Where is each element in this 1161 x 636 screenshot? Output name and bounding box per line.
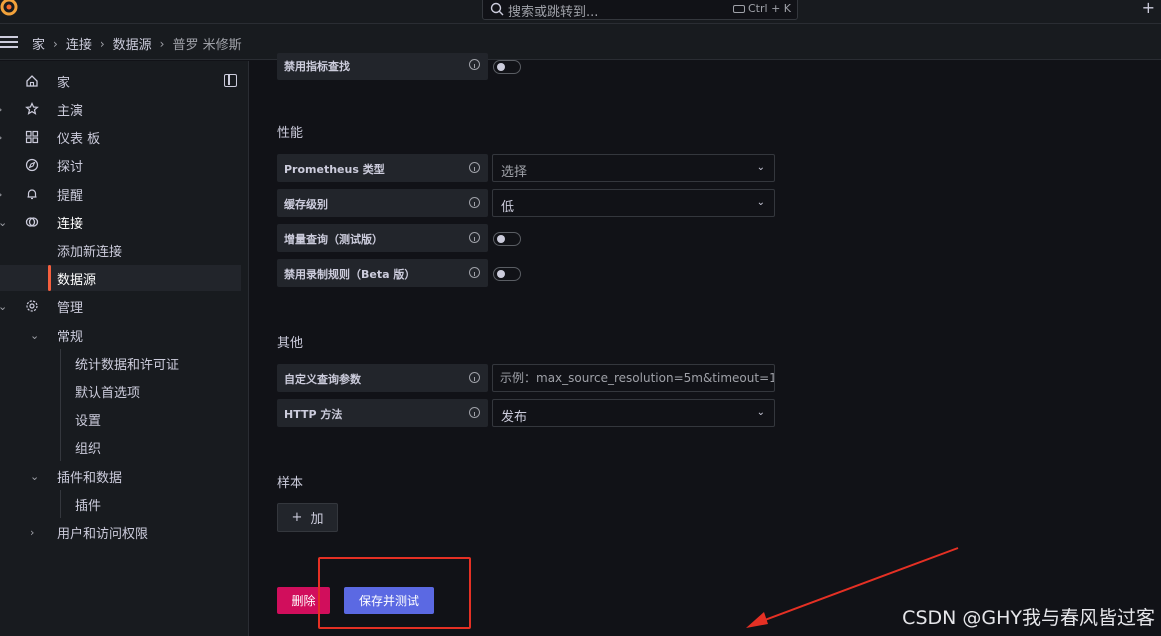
sidebar-item-starred[interactable]: › 主演 — [0, 96, 241, 122]
breadcrumb-bar: 家 › 连接 › 数据源 › 普罗 米修斯 — [0, 24, 1161, 60]
dashboard-grid-icon — [25, 130, 39, 144]
chevron-right-icon[interactable]: › — [30, 526, 34, 539]
sidebar: 家 › 主演 › 仪表 板 探讨 › 提醒 ⌄ 连接 添加新连接 数据源 ⌄ 管… — [0, 61, 249, 636]
gear-icon — [26, 300, 38, 312]
add-exemplar-button[interactable]: + 加 — [277, 503, 338, 532]
info-icon[interactable] — [469, 59, 480, 70]
search-shortcut: Ctrl + K — [733, 2, 791, 15]
menu-icon[interactable] — [0, 36, 18, 48]
keyboard-icon — [733, 4, 745, 13]
main-content: 禁用指标查找 性能 Prometheus 类型 选择 ⌄ 缓存级别 低 ⌄ 增量… — [250, 53, 1161, 636]
custom-query-params-input[interactable] — [492, 364, 775, 392]
sidebar-item-plugins-and-data[interactable]: ⌄ 插件和数据 — [0, 463, 241, 489]
disable-metrics-lookup-toggle[interactable] — [493, 60, 521, 74]
search-bar[interactable]: 搜索或跳转到... Ctrl + K — [482, 0, 798, 20]
chevron-right-icon[interactable]: › — [0, 188, 2, 201]
field-label-incremental-query: 增量查询（测试版） — [277, 224, 488, 252]
sidebar-item-plugins[interactable]: 插件 — [0, 491, 241, 517]
field-label-custom-query-params: 自定义查询参数 — [277, 364, 488, 392]
plus-icon: + — [291, 510, 303, 525]
disable-recording-rules-toggle[interactable] — [493, 267, 521, 281]
breadcrumb: 家 › 连接 › 数据源 › 普罗 米修斯 — [32, 34, 242, 54]
chevron-down-icon: ⌄ — [756, 162, 765, 173]
field-label-prometheus-type: Prometheus 类型 — [277, 154, 488, 182]
sidebar-item-general[interactable]: ⌄ 常规 — [0, 322, 241, 348]
chevron-down-icon: ⌄ — [756, 407, 765, 418]
field-label-cache-level: 缓存级别 — [277, 189, 488, 217]
sidebar-item-users-and-access[interactable]: › 用户和访问权限 — [0, 519, 241, 545]
top-bar: 搜索或跳转到... Ctrl + K + — [0, 0, 1161, 24]
star-icon — [25, 102, 39, 115]
breadcrumb-connections[interactable]: 连接 — [66, 34, 92, 53]
sidebar-item-organizations[interactable]: 组织 — [0, 434, 241, 460]
chevron-down-icon[interactable]: ⌄ — [0, 216, 7, 229]
chevron-right-icon[interactable]: › — [0, 131, 2, 144]
sidebar-item-connections[interactable]: ⌄ 连接 — [0, 209, 241, 235]
sidebar-item-dashboards[interactable]: › 仪表 板 — [0, 124, 241, 150]
sidebar-item-settings[interactable]: 设置 — [0, 406, 241, 432]
section-title-performance: 性能 — [277, 126, 304, 141]
search-icon — [490, 2, 504, 16]
sidebar-item-home[interactable]: 家 — [0, 68, 241, 94]
sidebar-item-stats-license[interactable]: 统计数据和许可证 — [0, 350, 241, 376]
chevron-down-icon[interactable]: ⌄ — [30, 329, 39, 342]
chevron-right-icon: › — [53, 36, 58, 51]
section-title-exemplars: 样本 — [277, 476, 304, 491]
info-icon[interactable] — [469, 232, 480, 243]
incremental-query-toggle[interactable] — [493, 232, 521, 246]
chevron-down-icon: ⌄ — [756, 197, 765, 208]
info-icon[interactable] — [469, 267, 480, 278]
sidebar-item-default-preferences[interactable]: 默认首选项 — [0, 378, 241, 404]
sidebar-item-add-new-connection[interactable]: 添加新连接 — [0, 237, 241, 263]
chevron-right-icon: › — [159, 36, 165, 51]
chevron-down-icon[interactable]: ⌄ — [30, 470, 39, 483]
breadcrumb-datasources[interactable]: 数据源 — [113, 34, 152, 53]
watermark: CSDN @GHY我与春风皆过客 — [902, 607, 1155, 629]
field-label-disable-metrics-lookup: 禁用指标查找 — [277, 53, 488, 80]
field-label-disable-recording-rules: 禁用录制规则（Beta 版） — [277, 259, 488, 287]
cache-level-select[interactable]: 低 ⌄ — [492, 189, 775, 217]
chevron-right-icon[interactable]: › — [0, 103, 2, 116]
prometheus-type-select[interactable]: 选择 ⌄ — [492, 154, 775, 182]
breadcrumb-home[interactable]: 家 — [32, 34, 45, 53]
new-plus-icon[interactable]: + — [1142, 0, 1155, 17]
sidebar-item-explore[interactable]: 探讨 — [0, 152, 241, 178]
field-label-http-method: HTTP 方法 — [277, 399, 488, 427]
grafana-logo-icon[interactable] — [0, 0, 20, 18]
sidebar-item-alerting[interactable]: › 提醒 — [0, 181, 241, 207]
chevron-down-icon[interactable]: ⌄ — [0, 300, 7, 313]
http-method-select[interactable]: 发布 ⌄ — [492, 399, 775, 427]
sidebar-item-administration[interactable]: ⌄ 管理 — [0, 293, 241, 319]
section-title-other: 其他 — [277, 336, 304, 351]
custom-query-params-field[interactable] — [493, 365, 774, 391]
info-icon[interactable] — [469, 162, 480, 173]
breadcrumb-current: 普罗 米修斯 — [172, 38, 242, 53]
search-placeholder: 搜索或跳转到... — [508, 5, 599, 20]
info-icon[interactable] — [469, 197, 480, 208]
info-icon[interactable] — [469, 372, 480, 383]
home-icon — [26, 75, 38, 87]
connections-icon — [25, 217, 39, 227]
active-indicator — [48, 265, 51, 291]
chevron-right-icon: › — [99, 36, 105, 51]
sidebar-item-datasources[interactable]: 数据源 — [0, 265, 241, 291]
compass-icon — [25, 158, 39, 172]
annotation-highlight-box — [318, 557, 471, 629]
info-icon[interactable] — [469, 407, 480, 418]
bell-icon — [27, 189, 37, 200]
